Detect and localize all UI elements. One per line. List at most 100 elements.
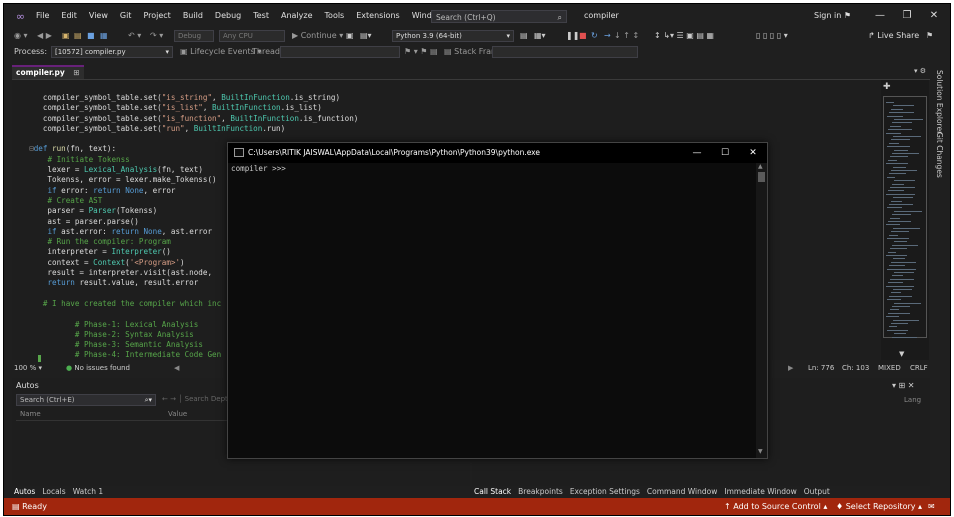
close-button[interactable]: ✕ xyxy=(920,4,948,28)
menu-item-debug[interactable]: Debug xyxy=(209,4,247,28)
add-to-source-control-button[interactable]: ↑ Add to Source Control ▴ xyxy=(724,498,827,515)
platform-dropdown[interactable]: Any CPU xyxy=(219,30,285,42)
open-folder-icon[interactable]: ▤ xyxy=(74,28,82,44)
tab-exception-settings[interactable]: Exception Settings xyxy=(570,486,640,498)
minimap-line xyxy=(889,234,898,236)
code-line: # I have created the compiler which inc xyxy=(42,298,222,308)
autos-search-input[interactable]: Search (Ctrl+E) ⌕▾ xyxy=(16,394,156,406)
thread-dropdown[interactable] xyxy=(280,46,400,58)
maximize-button[interactable]: ❐ xyxy=(893,4,921,28)
pin-icon[interactable]: ⊞ xyxy=(73,68,79,77)
scroll-left-icon[interactable]: ◀ xyxy=(174,362,179,374)
scroll-down-icon[interactable]: ▼ xyxy=(758,448,763,455)
menu-item-edit[interactable]: Edit xyxy=(55,4,83,28)
nav-buttons[interactable]: ◀ ▶ xyxy=(37,28,52,44)
bookmark-icons[interactable]: ▯ ▯ ▯ ▯ ▾ xyxy=(756,28,788,44)
flag-icons[interactable]: ⚑ ▾ ⚑ ▤ xyxy=(404,44,438,60)
git-changes-tab[interactable]: Git Changes xyxy=(935,132,944,178)
menu-item-file[interactable]: File xyxy=(30,4,55,28)
line-indicator[interactable]: Ln: 776 xyxy=(808,362,834,374)
tab-call-stack[interactable]: Call Stack xyxy=(474,486,512,499)
tab-autos[interactable]: Autos xyxy=(14,486,36,499)
tab-command-window[interactable]: Command Window xyxy=(647,486,718,498)
scroll-up-icon[interactable]: ▲ xyxy=(758,163,763,170)
tab-overflow-icon[interactable]: ▾ ⚙ xyxy=(914,67,926,75)
menu-bar: ∞ File Edit View Git Project Build Debug Test An… xyxy=(4,4,950,28)
console-minimize-button[interactable]: — xyxy=(683,143,711,163)
console-scroll-thumb[interactable] xyxy=(758,172,765,182)
live-share-button[interactable]: ↱ Live Share xyxy=(868,28,919,44)
restart-icon[interactable]: ↻ xyxy=(591,28,598,44)
search-box[interactable]: Search (Ctrl+Q) ⌕ xyxy=(431,10,567,23)
grid-icon[interactable]: ▦▾ xyxy=(534,28,546,44)
menu-item-test[interactable]: Test xyxy=(247,4,275,28)
panel-controls[interactable]: ▾ ⊞ ✕ xyxy=(892,381,915,390)
pause-icon[interactable]: ❚❚ xyxy=(566,28,579,44)
notifications-icon[interactable]: ✉ xyxy=(928,498,935,515)
menu-item-project[interactable]: Project xyxy=(137,4,176,28)
tab-compiler-py[interactable]: compiler.py ⊞ ✕ xyxy=(12,65,84,88)
tab-watch-1[interactable]: Watch 1 xyxy=(73,486,104,498)
select-repository-button[interactable]: ♦ Select Repository ▴ xyxy=(836,498,922,515)
code-line: ast = parser.parse() xyxy=(20,216,139,226)
tab-immediate-window[interactable]: Immediate Window xyxy=(724,486,796,498)
process-dropdown[interactable]: [10572] compiler.py ▾ xyxy=(51,46,173,58)
language-column-header[interactable]: Lang xyxy=(904,396,921,404)
layout-icon[interactable]: ▤ xyxy=(520,28,528,44)
menu-item-tools[interactable]: Tools xyxy=(319,4,351,28)
menu-item-analyze[interactable]: Analyze xyxy=(275,4,319,28)
scroll-right-icon[interactable]: ▶ xyxy=(788,362,793,374)
step-into-icon[interactable]: ↓ ↑ ↕ xyxy=(614,28,639,44)
menu-item-extensions[interactable]: Extensions xyxy=(350,4,405,28)
zoom-level[interactable]: 100 % ▾ xyxy=(14,362,42,374)
menu-item-build[interactable]: Build xyxy=(177,4,209,28)
code-line: if error: return None, error xyxy=(47,185,176,195)
line-ending-indicator[interactable]: CRLF xyxy=(910,362,928,374)
tab-locals[interactable]: Locals xyxy=(42,486,65,498)
column-indicator[interactable]: Ch: 103 xyxy=(842,362,869,374)
menu-item-view[interactable]: View xyxy=(83,4,114,28)
minimap-line xyxy=(886,193,915,195)
minimap-line xyxy=(894,272,914,273)
menu-item-git[interactable]: Git xyxy=(114,4,138,28)
python-environment-dropdown[interactable]: Python 3.9 (64-bit) ▾ xyxy=(392,30,514,42)
save-all-icon[interactable]: ▦ xyxy=(100,28,108,44)
scroll-down-icon[interactable]: ▼ xyxy=(899,350,904,358)
undo-icon[interactable]: ↶ ▾ xyxy=(128,28,141,44)
search-depth[interactable]: ← → │ Search Depth: xyxy=(162,395,235,403)
debug-config-dropdown[interactable]: Debug xyxy=(174,30,214,42)
feedback-icon[interactable]: ⚑ xyxy=(926,28,933,44)
python-console-window[interactable]: C:\Users\RITIK JAISWAL\AppData\Local\Pro… xyxy=(227,142,768,459)
minimap-line xyxy=(893,197,913,199)
console-maximize-button[interactable]: ☐ xyxy=(711,143,739,163)
save-icon[interactable]: ■ xyxy=(87,28,95,44)
minimap-line xyxy=(889,142,899,144)
encoding-indicator[interactable]: MIXED xyxy=(878,362,901,374)
continue-button[interactable]: ▶ Continue ▾ xyxy=(292,28,343,44)
tab-output[interactable]: Output xyxy=(804,486,830,498)
show-next-statement-icon[interactable]: → xyxy=(604,28,611,44)
name-column-header[interactable]: Name xyxy=(20,410,41,418)
lifecycle-events-button[interactable]: ▣ Lifecycle Events ▾ xyxy=(180,44,261,60)
value-column-header[interactable]: Value xyxy=(168,410,187,418)
minimize-button[interactable]: — xyxy=(866,4,894,28)
split-icon[interactable]: ✚ xyxy=(883,82,891,92)
stop-icon[interactable]: ■ xyxy=(579,28,587,44)
redo-icon[interactable]: ↷ ▾ xyxy=(150,28,163,44)
sign-in-link[interactable]: Sign in ⚑ xyxy=(814,4,851,28)
attach-icon[interactable]: ▣ xyxy=(346,28,354,44)
tab-breakpoints[interactable]: Breakpoints xyxy=(518,486,563,498)
debug-tools-icons[interactable]: ↕ ↳▾ ☰ ▣ ▤ ▦ xyxy=(654,28,714,44)
code-minimap[interactable]: ✚ ▼ xyxy=(881,80,929,360)
new-project-icon[interactable]: ▣ xyxy=(62,28,70,44)
minimap-line xyxy=(889,112,914,114)
console-close-button[interactable]: ✕ xyxy=(739,143,767,163)
console-prompt[interactable]: compiler >>> xyxy=(231,164,286,173)
navigate-back-icon[interactable]: ◉ ▾ xyxy=(14,28,28,44)
window-icon[interactable]: ▤▾ xyxy=(360,28,372,44)
issues-indicator[interactable]: ● No issues found xyxy=(66,362,130,374)
console-scrollbar[interactable]: ▲ ▼ xyxy=(756,163,767,458)
console-title-bar[interactable]: C:\Users\RITIK JAISWAL\AppData\Local\Pro… xyxy=(228,143,767,163)
stack-frame-dropdown[interactable] xyxy=(492,46,638,58)
solution-explorer-tab[interactable]: Solution Explorer xyxy=(935,70,944,134)
